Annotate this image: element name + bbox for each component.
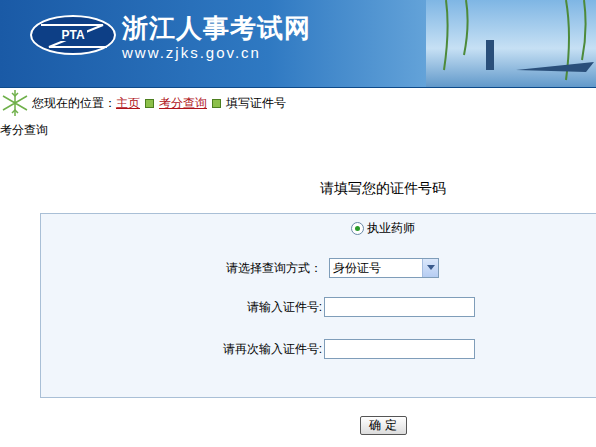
dropdown-arrow-icon[interactable] [422, 259, 438, 277]
id-input[interactable] [324, 297, 475, 317]
query-value: 身份证号 [330, 259, 422, 277]
breadcrumb-item[interactable]: 考分查询 [159, 95, 207, 111]
radio-dot [355, 226, 360, 231]
query-row-label: 请选择查询方式： [41, 259, 324, 277]
section-title: 考分查询 [0, 122, 596, 138]
breadcrumb-prefix: 您现在的位置： [32, 95, 116, 111]
breadcrumb-item[interactable]: 主页 [116, 95, 140, 111]
exam-option[interactable]: 执业药师 [351, 219, 415, 237]
query-row: 请选择查询方式： 身份证号 [41, 258, 596, 278]
exam-options: 执业药师 [41, 218, 596, 238]
breadcrumb-item: 填写证件号 [226, 95, 286, 111]
site-title: 浙江人事考试网 [122, 12, 311, 44]
header-titles: 浙江人事考试网www.zjks.gov.cn [122, 12, 311, 62]
logo-text: PTA [59, 29, 86, 41]
id-row-label: 请输入证件号: [41, 298, 324, 316]
willow-icon [426, 0, 596, 88]
confirm-row: 请再次输入证件号: [41, 339, 596, 359]
site-url: www.zjks.gov.cn [122, 44, 311, 62]
radio-button[interactable] [351, 222, 364, 235]
exam-option-label: 执业药师 [367, 219, 415, 237]
button-row: 确 定 [40, 416, 596, 435]
confirm-button[interactable]: 确 定 [360, 416, 407, 435]
separator-icon [145, 99, 154, 108]
header-scenery [426, 0, 596, 88]
logo[interactable]: PTA [30, 15, 116, 55]
form-heading: 请填写您的证件号码 [40, 178, 596, 198]
id-row: 请输入证件号: [41, 297, 596, 317]
confirm-row-label: 请再次输入证件号: [41, 340, 324, 358]
confirm-input[interactable] [324, 339, 475, 359]
separator-icon [212, 99, 221, 108]
form-container: 请填写您的证件号码执业药师请选择查询方式： 身份证号请输入证件号: 请再次输入证件号… [40, 138, 596, 435]
site-header: PTA 浙江人事考试网www.zjks.gov.cn [0, 0, 596, 88]
snowflake-icon [0, 88, 30, 118]
form-box: 执业药师请选择查询方式： 身份证号请输入证件号: 请再次输入证件号: [40, 213, 596, 398]
breadcrumb: 您现在的位置：主页 考分查询 填写证件号 [0, 88, 596, 118]
query-select[interactable]: 身份证号 [329, 258, 439, 278]
